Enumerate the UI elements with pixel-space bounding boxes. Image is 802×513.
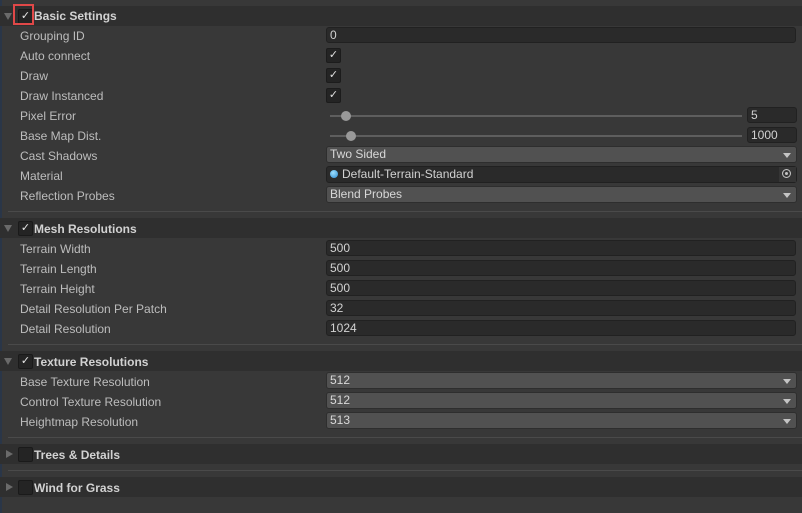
divider <box>8 470 802 471</box>
base-texture-resolution-dropdown[interactable]: 512 <box>326 372 797 389</box>
row-label: Terrain Length <box>20 262 97 276</box>
texture-resolutions-toggle[interactable]: ✓ <box>18 354 33 369</box>
draw-checkbox[interactable]: ✓ <box>326 68 341 83</box>
chevron-down-icon <box>783 193 791 198</box>
section-title: Texture Resolutions <box>34 355 149 369</box>
mesh-resolutions-toggle[interactable]: ✓ <box>18 221 33 236</box>
base-map-dist-slider[interactable] <box>330 135 742 137</box>
chevron-down-icon <box>783 419 791 424</box>
divider <box>8 344 802 345</box>
reflection-probes-dropdown[interactable]: Blend Probes <box>326 186 797 203</box>
row-label: Cast Shadows <box>20 149 98 163</box>
foldout-collapsed-icon[interactable] <box>6 483 13 491</box>
highlight-box <box>13 4 34 25</box>
row-label: Grouping ID <box>20 29 85 43</box>
section-header-wind-for-grass[interactable] <box>0 477 802 497</box>
row-label: Detail Resolution Per Patch <box>20 302 167 316</box>
wind-for-grass-toggle[interactable] <box>18 480 33 495</box>
object-picker-icon[interactable] <box>778 167 796 182</box>
row-label: Auto connect <box>20 49 91 63</box>
detail-resolution-input[interactable]: 1024 <box>326 320 796 336</box>
dropdown-value: 513 <box>330 413 351 427</box>
dropdown-value: 512 <box>330 393 351 407</box>
row-label: Reflection Probes <box>20 189 115 203</box>
control-texture-resolution-dropdown[interactable]: 512 <box>326 392 797 409</box>
foldout-collapsed-icon[interactable] <box>6 450 13 458</box>
row-label: Draw <box>20 69 49 83</box>
section-title: Wind for Grass <box>34 481 120 495</box>
heightmap-resolution-dropdown[interactable]: 513 <box>326 412 797 429</box>
terrain-length-input[interactable]: 500 <box>326 260 796 276</box>
divider <box>8 211 802 212</box>
window-edge <box>0 0 2 513</box>
row-label: Material <box>20 169 63 183</box>
row-label: Base Texture Resolution <box>20 375 150 389</box>
material-sphere-icon <box>330 170 338 178</box>
pixel-error-input[interactable]: 5 <box>747 107 797 123</box>
material-object-field[interactable]: Default-Terrain-Standard <box>326 166 797 183</box>
row-label: Terrain Width <box>20 242 91 256</box>
foldout-expanded-icon[interactable] <box>4 225 12 232</box>
dropdown-value: Blend Probes <box>330 187 403 201</box>
row-label: Control Texture Resolution <box>20 395 162 409</box>
row-label: Heightmap Resolution <box>20 415 139 429</box>
section-header-basic-settings[interactable] <box>0 6 802 26</box>
row-label: Terrain Height <box>20 282 95 296</box>
grouping-id-input[interactable]: 0 <box>326 27 796 43</box>
draw-instanced-checkbox[interactable]: ✓ <box>326 88 341 103</box>
section-title: Basic Settings <box>34 9 117 23</box>
divider <box>8 437 802 438</box>
trees-details-toggle[interactable] <box>18 447 33 462</box>
foldout-expanded-icon[interactable] <box>4 13 12 20</box>
dropdown-value: Two Sided <box>330 147 387 161</box>
section-header-trees-details[interactable] <box>0 444 802 464</box>
cast-shadows-dropdown[interactable]: Two Sided <box>326 146 797 163</box>
chevron-down-icon <box>783 379 791 384</box>
base-map-dist-slider-thumb[interactable] <box>345 131 356 141</box>
row-label: Pixel Error <box>20 109 77 123</box>
section-title: Trees & Details <box>34 448 121 462</box>
terrain-width-input[interactable]: 500 <box>326 240 796 256</box>
pixel-error-slider[interactable] <box>330 115 742 117</box>
pixel-error-slider-thumb[interactable] <box>341 111 352 121</box>
foldout-expanded-icon[interactable] <box>4 358 12 365</box>
row-label: Base Map Dist. <box>20 129 102 143</box>
chevron-down-icon <box>783 399 791 404</box>
section-title: Mesh Resolutions <box>34 222 137 236</box>
object-value: Default-Terrain-Standard <box>342 167 474 181</box>
base-map-dist-input[interactable]: 1000 <box>747 127 797 143</box>
auto-connect-checkbox[interactable]: ✓ <box>326 48 341 63</box>
detail-resolution-per-patch-input[interactable]: 32 <box>326 300 796 316</box>
dropdown-value: 512 <box>330 373 351 387</box>
terrain-height-input[interactable]: 500 <box>326 280 796 296</box>
chevron-down-icon <box>783 153 791 158</box>
row-label: Detail Resolution <box>20 322 111 336</box>
row-label: Draw Instanced <box>20 89 104 103</box>
